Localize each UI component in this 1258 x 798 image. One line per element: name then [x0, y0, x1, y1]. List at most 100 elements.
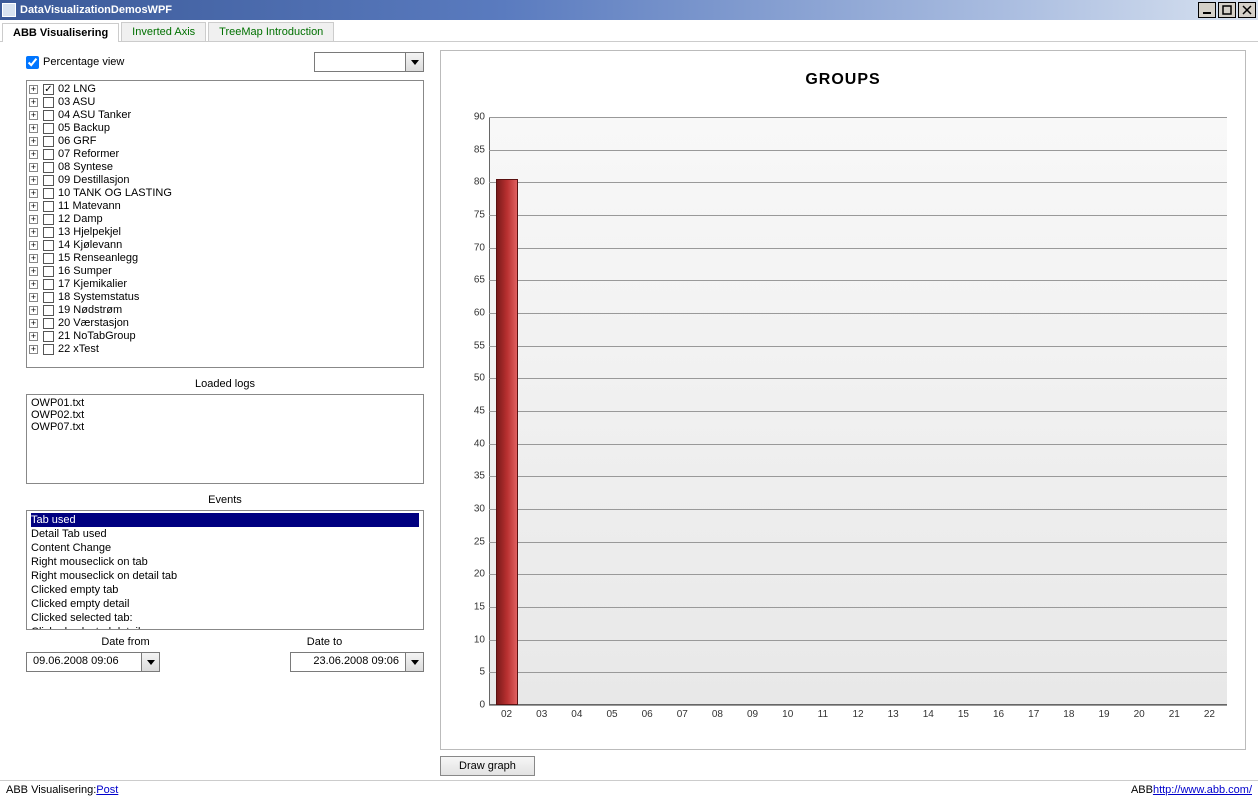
tree-item-checkbox[interactable]	[43, 97, 54, 108]
expand-icon[interactable]: +	[29, 98, 38, 107]
tree-item-checkbox[interactable]	[43, 201, 54, 212]
tree-item[interactable]: +18 Systemstatus	[29, 291, 421, 304]
tree-item-checkbox[interactable]	[43, 162, 54, 173]
tree-item[interactable]: +15 Renseanlegg	[29, 252, 421, 265]
status-right-link[interactable]: http://www.abb.com/	[1153, 784, 1252, 796]
x-tick-label: 14	[923, 705, 934, 720]
tree-item[interactable]: +03 ASU	[29, 96, 421, 109]
expand-icon[interactable]: +	[29, 319, 38, 328]
expand-icon[interactable]: +	[29, 241, 38, 250]
expand-icon[interactable]: +	[29, 111, 38, 120]
tree-item-checkbox[interactable]	[43, 136, 54, 147]
tree-item-label: 05 Backup	[58, 122, 110, 135]
tree-item-checkbox[interactable]	[43, 266, 54, 277]
gridline	[489, 280, 1227, 281]
date-from-picker[interactable]: 09.06.2008 09:06	[26, 652, 160, 672]
list-item[interactable]: Right mouseclick on tab	[31, 555, 419, 569]
gridline	[489, 117, 1227, 118]
percentage-view-checkbox[interactable]	[26, 56, 39, 69]
list-item[interactable]: OWP01.txt	[31, 397, 419, 409]
expand-icon[interactable]: +	[29, 176, 38, 185]
y-tick-label: 0	[479, 700, 489, 711]
tree-item-checkbox[interactable]	[43, 318, 54, 329]
maximize-button[interactable]	[1218, 2, 1236, 18]
expand-icon[interactable]: +	[29, 202, 38, 211]
expand-icon[interactable]: +	[29, 189, 38, 198]
tree-item[interactable]: +07 Reformer	[29, 148, 421, 161]
expand-icon[interactable]: +	[29, 137, 38, 146]
expand-icon[interactable]: +	[29, 293, 38, 302]
tree-item[interactable]: +04 ASU Tanker	[29, 109, 421, 122]
tree-item-checkbox[interactable]	[43, 240, 54, 251]
tree-item-checkbox[interactable]	[43, 279, 54, 290]
tree-item-checkbox[interactable]	[43, 227, 54, 238]
tree-item[interactable]: +05 Backup	[29, 122, 421, 135]
tree-item-checkbox[interactable]	[43, 123, 54, 134]
loaded-logs-listbox[interactable]: OWP01.txtOWP02.txtOWP07.txt	[26, 394, 424, 484]
tree-item[interactable]: +09 Destillasjon	[29, 174, 421, 187]
date-to-picker[interactable]: 23.06.2008 09:06	[290, 652, 424, 672]
tree-item-label: 20 Værstasjon	[58, 317, 129, 330]
expand-icon[interactable]: +	[29, 228, 38, 237]
close-button[interactable]	[1238, 2, 1256, 18]
tree-item-checkbox[interactable]	[43, 344, 54, 355]
expand-icon[interactable]: +	[29, 345, 38, 354]
list-item[interactable]: Right mouseclick on detail tab	[31, 569, 419, 583]
list-item[interactable]: Tab used	[31, 513, 419, 527]
tree-item-checkbox[interactable]	[43, 84, 54, 95]
expand-icon[interactable]: +	[29, 280, 38, 289]
tree-item[interactable]: +21 NoTabGroup	[29, 330, 421, 343]
tab-treemap-introduction[interactable]: TreeMap Introduction	[208, 22, 334, 41]
expand-icon[interactable]: +	[29, 267, 38, 276]
tree-item-checkbox[interactable]	[43, 214, 54, 225]
events-listbox[interactable]: Tab usedDetail Tab usedContent ChangeRig…	[26, 510, 424, 630]
expand-icon[interactable]: +	[29, 150, 38, 159]
tab-abb-visualisering[interactable]: ABB Visualisering	[2, 23, 119, 42]
filter-combobox[interactable]	[314, 52, 424, 72]
groups-tree[interactable]: +02 LNG+03 ASU+04 ASU Tanker+05 Backup+0…	[26, 80, 424, 368]
expand-icon[interactable]: +	[29, 306, 38, 315]
tree-item-checkbox[interactable]	[43, 253, 54, 264]
tree-item[interactable]: +08 Syntese	[29, 161, 421, 174]
tree-item[interactable]: +16 Sumper	[29, 265, 421, 278]
list-item[interactable]: Clicked empty tab	[31, 583, 419, 597]
list-item[interactable]: Clicked selected tab:	[31, 611, 419, 625]
draw-graph-button[interactable]: Draw graph	[440, 756, 535, 776]
tree-item[interactable]: +02 LNG	[29, 83, 421, 96]
tree-item-checkbox[interactable]	[43, 292, 54, 303]
minimize-button[interactable]	[1198, 2, 1216, 18]
tree-item[interactable]: +19 Nødstrøm	[29, 304, 421, 317]
tree-item-label: 19 Nødstrøm	[58, 304, 122, 317]
tree-item[interactable]: +17 Kjemikalier	[29, 278, 421, 291]
tree-item[interactable]: +22 xTest	[29, 343, 421, 356]
expand-icon[interactable]: +	[29, 215, 38, 224]
list-item[interactable]: Content Change	[31, 541, 419, 555]
expand-icon[interactable]: +	[29, 124, 38, 133]
tree-item-checkbox[interactable]	[43, 331, 54, 342]
tree-item[interactable]: +20 Værstasjon	[29, 317, 421, 330]
list-item[interactable]: OWP02.txt	[31, 409, 419, 421]
expand-icon[interactable]: +	[29, 163, 38, 172]
tree-item[interactable]: +12 Damp	[29, 213, 421, 226]
expand-icon[interactable]: +	[29, 254, 38, 263]
tree-item[interactable]: +13 Hjelpekjel	[29, 226, 421, 239]
expand-icon[interactable]: +	[29, 85, 38, 94]
tree-item-checkbox[interactable]	[43, 188, 54, 199]
tree-item-checkbox[interactable]	[43, 175, 54, 186]
y-tick-label: 45	[474, 406, 489, 417]
x-tick-label: 10	[782, 705, 793, 720]
list-item[interactable]: OWP07.txt	[31, 421, 419, 433]
tree-item-checkbox[interactable]	[43, 305, 54, 316]
expand-icon[interactable]: +	[29, 332, 38, 341]
tree-item-checkbox[interactable]	[43, 110, 54, 121]
tree-item-checkbox[interactable]	[43, 149, 54, 160]
tree-item[interactable]: +11 Matevann	[29, 200, 421, 213]
tab-inverted-axis[interactable]: Inverted Axis	[121, 22, 206, 41]
list-item[interactable]: Detail Tab used	[31, 527, 419, 541]
tree-item[interactable]: +14 Kjølevann	[29, 239, 421, 252]
tree-item[interactable]: +06 GRF	[29, 135, 421, 148]
tree-item[interactable]: +10 TANK OG LASTING	[29, 187, 421, 200]
list-item[interactable]: Clicked selected detail	[31, 625, 419, 630]
list-item[interactable]: Clicked empty detail	[31, 597, 419, 611]
status-left-link[interactable]: Post	[96, 784, 118, 796]
